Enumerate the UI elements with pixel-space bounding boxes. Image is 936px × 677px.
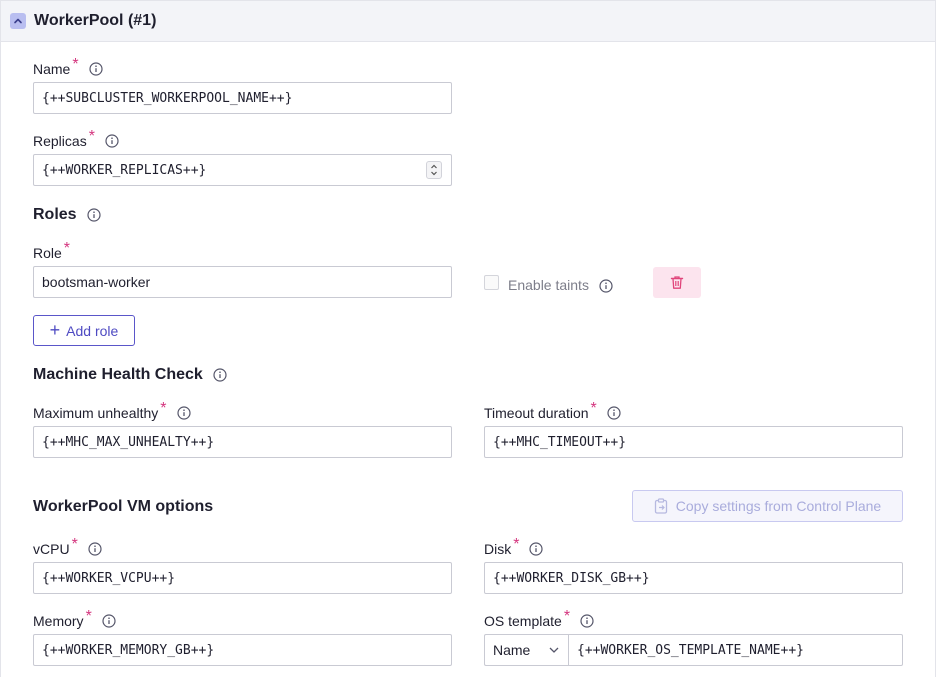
- info-icon[interactable]: [86, 208, 101, 222]
- replicas-input[interactable]: {++WORKER_REPLICAS++}: [33, 154, 452, 186]
- mhc-section-title: Machine Health Check: [33, 366, 227, 384]
- info-icon[interactable]: [580, 614, 594, 628]
- chevron-down-icon: [549, 647, 559, 653]
- name-input[interactable]: {++SUBCLUSTER_WORKERPOOL_NAME++}: [33, 82, 452, 114]
- required-asterisk: *: [71, 536, 78, 553]
- vcpu-input[interactable]: {++WORKER_VCPU++}: [33, 562, 452, 594]
- info-icon[interactable]: [88, 62, 103, 76]
- role-label: Role *: [33, 240, 71, 262]
- timeout-duration-input[interactable]: {++MHC_TIMEOUT++}: [484, 426, 903, 458]
- role-input[interactable]: bootsman-worker: [33, 266, 452, 298]
- trash-icon: [670, 276, 684, 289]
- os-template-type-select[interactable]: Name: [484, 634, 568, 666]
- vcpu-label: vCPU *: [33, 536, 102, 557]
- required-asterisk: *: [590, 400, 597, 417]
- add-role-button[interactable]: + Add role: [33, 315, 135, 346]
- info-icon[interactable]: [88, 542, 102, 556]
- max-unhealthy-input[interactable]: {++MHC_MAX_UNHEALTY++}: [33, 426, 452, 458]
- info-icon[interactable]: [529, 542, 544, 556]
- required-asterisk: *: [85, 608, 92, 625]
- os-template-label: OS template *: [484, 608, 594, 629]
- max-unhealthy-label: Maximum unhealthy *: [33, 400, 191, 421]
- copy-settings-button[interactable]: Copy settings from Control Plane: [632, 490, 903, 522]
- timeout-duration-label: Timeout duration *: [484, 400, 621, 421]
- info-icon[interactable]: [105, 134, 119, 148]
- name-label: Name *: [33, 56, 103, 77]
- info-icon[interactable]: [599, 279, 613, 293]
- replicas-label: Replicas *: [33, 128, 119, 149]
- info-icon[interactable]: [102, 614, 116, 628]
- chevron-up-icon[interactable]: [10, 13, 26, 29]
- memory-input[interactable]: {++WORKER_MEMORY_GB++}: [33, 634, 452, 666]
- info-icon[interactable]: [213, 368, 227, 382]
- info-icon[interactable]: [176, 406, 191, 420]
- required-asterisk: *: [563, 608, 571, 625]
- roles-section-title: Roles: [33, 206, 101, 224]
- panel-header[interactable]: WorkerPool (#1): [0, 0, 936, 42]
- os-template-input[interactable]: {++WORKER_OS_TEMPLATE_NAME++}: [568, 634, 903, 666]
- enable-taints-label: Enable taints: [508, 277, 613, 293]
- delete-role-button[interactable]: [653, 267, 701, 298]
- replicas-stepper[interactable]: [426, 161, 442, 179]
- stepper-arrows-icon[interactable]: [430, 163, 438, 177]
- plus-icon: +: [49, 319, 61, 340]
- memory-label: Memory *: [33, 608, 116, 629]
- required-asterisk: *: [513, 536, 520, 553]
- enable-taints-checkbox[interactable]: [484, 275, 499, 290]
- vm-options-section-title: WorkerPool VM options: [33, 498, 214, 515]
- required-asterisk: *: [88, 128, 95, 145]
- info-icon[interactable]: [607, 406, 621, 420]
- disk-input[interactable]: {++WORKER_DISK_GB++}: [484, 562, 903, 594]
- required-asterisk: *: [160, 400, 167, 417]
- required-asterisk: *: [63, 240, 71, 257]
- disk-label: Disk *: [484, 536, 544, 557]
- panel-title: WorkerPool (#1): [34, 12, 157, 29]
- clipboard-icon: [654, 498, 667, 514]
- required-asterisk: *: [72, 56, 79, 73]
